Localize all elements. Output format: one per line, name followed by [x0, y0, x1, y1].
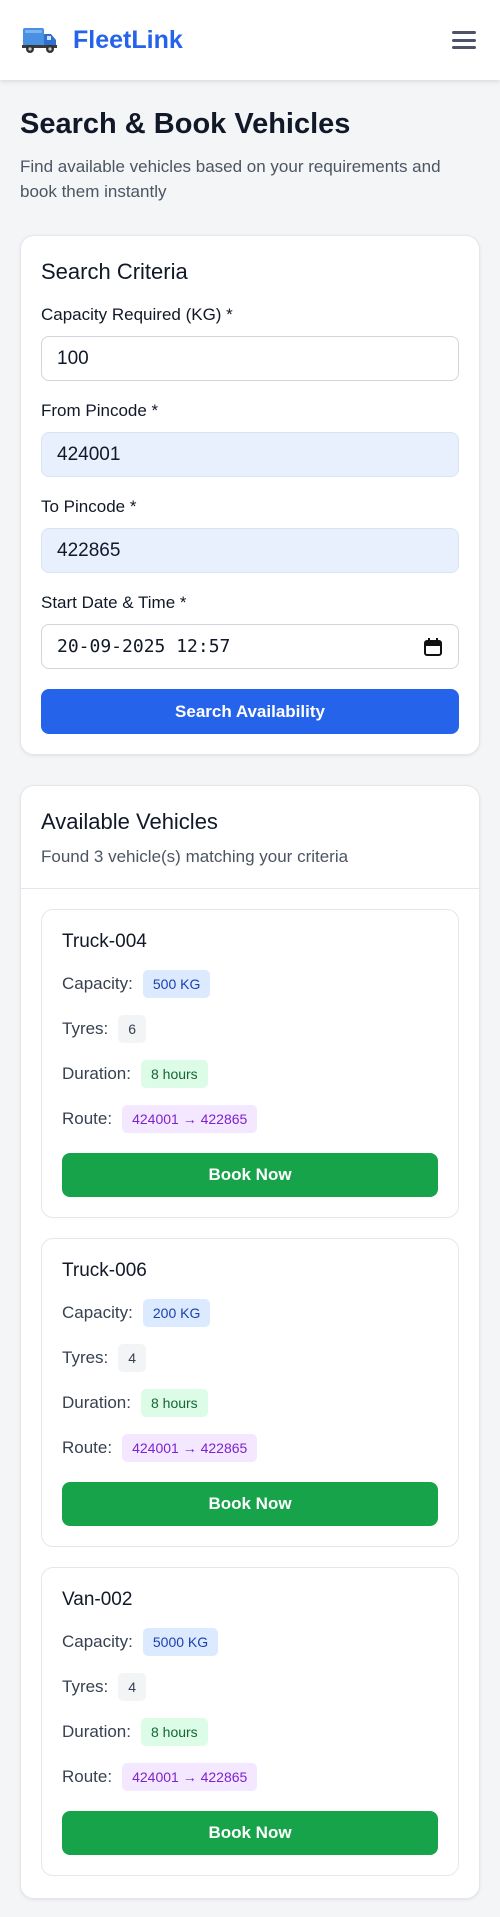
route-row: Route: 424001 → 422865 — [62, 1762, 438, 1792]
route-row-label: Route: — [62, 1438, 113, 1457]
vehicle-card: Truck-006 Capacity: 200 KG Tyres: 4 Dura… — [41, 1238, 459, 1547]
tyres-badge: 4 — [118, 1673, 147, 1701]
brand[interactable]: FleetLink — [22, 25, 183, 55]
vehicle-name: Truck-006 — [62, 1260, 147, 1281]
hamburger-menu-icon[interactable] — [450, 28, 478, 52]
search-criteria-title: Search Criteria — [41, 259, 188, 284]
duration-row: Duration: 8 hours — [62, 1717, 438, 1747]
start-datetime-field: Start Date & Time * 20-09-2025 12:57 — [41, 592, 459, 669]
route-row: Route: 424001 → 422865 — [62, 1104, 438, 1134]
to-pincode-input[interactable]: 422865 — [41, 528, 459, 573]
page-subtitle: Find available vehicles based on your re… — [20, 157, 441, 201]
route-badge: 424001 → 422865 — [122, 1105, 258, 1133]
from-pincode-label: From Pincode * — [41, 401, 159, 420]
tyres-row-label: Tyres: — [62, 1677, 109, 1696]
duration-row: Duration: 8 hours — [62, 1388, 438, 1418]
start-datetime-label: Start Date & Time * — [41, 593, 187, 612]
tyres-row-label: Tyres: — [62, 1348, 109, 1367]
book-now-button[interactable]: Book Now — [62, 1811, 438, 1855]
main-content: Search & Book Vehicles Find available ve… — [0, 106, 500, 1899]
route-row: Route: 424001 → 422865 — [62, 1433, 438, 1463]
start-datetime-input[interactable]: 20-09-2025 12:57 — [41, 624, 459, 669]
from-pincode-input[interactable]: 424001 — [41, 432, 459, 477]
to-pincode-field: To Pincode * 422865 — [41, 496, 459, 573]
capacity-badge: 200 KG — [142, 1299, 211, 1327]
capacity-row: Capacity: 500 KG — [62, 969, 438, 999]
app-header: FleetLink — [0, 0, 500, 80]
tyres-badge: 4 — [118, 1344, 147, 1372]
duration-badge: 8 hours — [140, 1718, 208, 1746]
route-row-label: Route: — [62, 1767, 113, 1786]
vehicle-card: Truck-004 Capacity: 500 KG Tyres: 6 Dura… — [41, 909, 459, 1218]
book-now-button[interactable]: Book Now — [62, 1482, 438, 1526]
from-pincode-field: From Pincode * 424001 — [41, 400, 459, 477]
capacity-badge: 500 KG — [142, 970, 211, 998]
start-datetime-value: 20-09-2025 12:57 — [57, 636, 231, 657]
capacity-row-label: Capacity: — [62, 1632, 133, 1651]
duration-row-label: Duration: — [62, 1393, 131, 1412]
search-criteria-card: Search Criteria Capacity Required (KG) *… — [20, 235, 480, 755]
route-badge: 424001 → 422865 — [122, 1434, 258, 1462]
search-availability-button[interactable]: Search Availability — [41, 689, 459, 734]
capacity-label: Capacity Required (KG) * — [41, 305, 233, 324]
capacity-row: Capacity: 5000 KG — [62, 1627, 438, 1657]
capacity-field: Capacity Required (KG) * 100 — [41, 304, 459, 381]
duration-row-label: Duration: — [62, 1722, 131, 1741]
duration-badge: 8 hours — [140, 1060, 208, 1088]
vehicle-name: Van-002 — [62, 1589, 133, 1610]
tyres-row: Tyres: 4 — [62, 1343, 438, 1373]
brand-name: FleetLink — [73, 25, 183, 54]
route-badge: 424001 → 422865 — [122, 1763, 258, 1791]
available-vehicles-title: Available Vehicles — [41, 809, 218, 834]
tyres-row: Tyres: 4 — [62, 1672, 438, 1702]
truck-icon — [22, 25, 58, 55]
duration-badge: 8 hours — [140, 1389, 208, 1417]
capacity-row-label: Capacity: — [62, 1303, 133, 1322]
tyres-row-label: Tyres: — [62, 1019, 109, 1038]
tyres-badge: 6 — [118, 1015, 147, 1043]
book-now-button[interactable]: Book Now — [62, 1153, 438, 1197]
available-vehicles-card: Available Vehicles Found 3 vehicle(s) ma… — [20, 785, 480, 1899]
vehicle-name: Truck-004 — [62, 931, 147, 952]
calendar-icon[interactable] — [423, 637, 443, 657]
capacity-badge: 5000 KG — [142, 1628, 219, 1656]
capacity-input[interactable]: 100 — [41, 336, 459, 381]
to-pincode-label: To Pincode * — [41, 497, 137, 516]
results-summary: Found 3 vehicle(s) matching your criteri… — [41, 847, 349, 866]
tyres-row: Tyres: 6 — [62, 1014, 438, 1044]
duration-row: Duration: 8 hours — [62, 1059, 438, 1089]
vehicle-card: Van-002 Capacity: 5000 KG Tyres: 4 Durat… — [41, 1567, 459, 1876]
duration-row-label: Duration: — [62, 1064, 131, 1083]
capacity-row: Capacity: 200 KG — [62, 1298, 438, 1328]
route-row-label: Route: — [62, 1109, 113, 1128]
capacity-row-label: Capacity: — [62, 974, 133, 993]
results-header: Available Vehicles Found 3 vehicle(s) ma… — [21, 786, 479, 889]
page-title: Search & Book Vehicles — [20, 108, 351, 140]
